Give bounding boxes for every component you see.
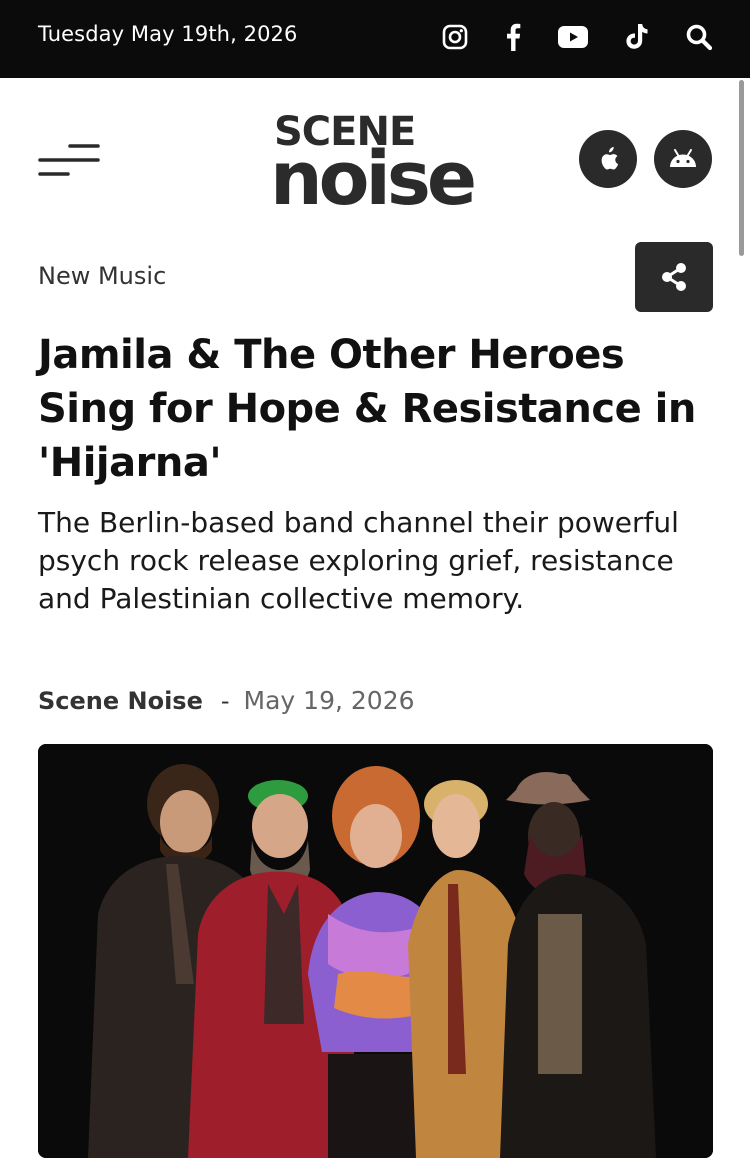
share-icon <box>662 263 686 291</box>
search-icon[interactable] <box>684 22 714 52</box>
band-photo <box>38 744 713 1158</box>
ios-app-button[interactable] <box>579 130 637 188</box>
byline-separator: - <box>220 687 230 715</box>
android-icon <box>670 149 696 167</box>
article-summary: The Berlin-based band channel their powe… <box>38 506 679 615</box>
youtube-icon[interactable] <box>556 22 590 52</box>
author-name[interactable]: Scene Noise <box>38 687 203 715</box>
byline: Scene Noise - May 19, 2026 <box>38 686 415 715</box>
publish-date: May 19, 2026 <box>243 686 415 715</box>
article-title: Jamila & The Other Heroes Sing for Hope … <box>38 332 696 486</box>
menu-button[interactable] <box>38 141 100 181</box>
site-logo[interactable]: SCENE noise <box>270 112 480 216</box>
instagram-icon[interactable] <box>440 22 470 52</box>
current-date: Tuesday May 19th, 2026 <box>38 22 298 46</box>
top-bar: Tuesday May 19th, 2026 <box>0 0 750 78</box>
apple-icon <box>601 147 619 170</box>
share-button[interactable] <box>635 242 713 312</box>
logo-noise-text: noise <box>270 136 477 222</box>
article-hero-image <box>38 744 713 1158</box>
article-category[interactable]: New Music <box>38 262 166 290</box>
tiktok-icon[interactable] <box>622 22 652 52</box>
scrollbar[interactable] <box>739 80 744 256</box>
hamburger-icon <box>38 144 100 176</box>
facebook-icon[interactable] <box>498 22 528 52</box>
android-app-button[interactable] <box>654 130 712 188</box>
